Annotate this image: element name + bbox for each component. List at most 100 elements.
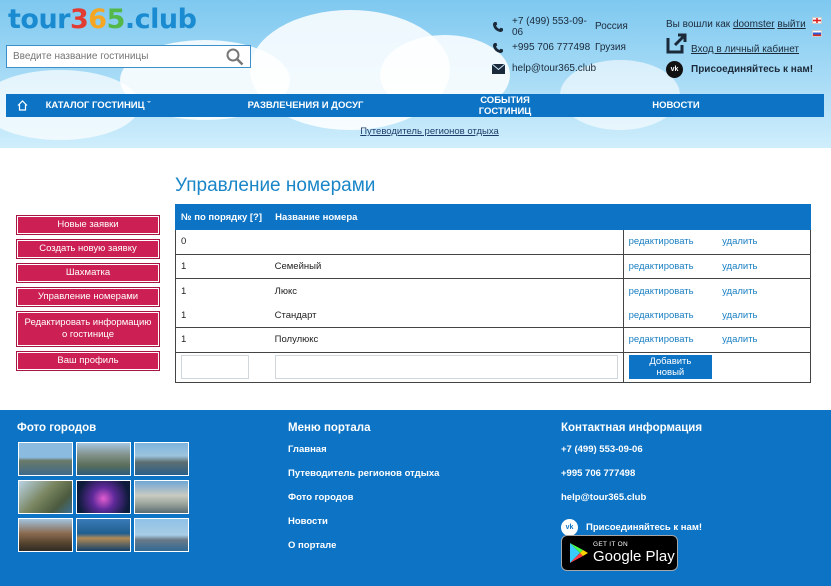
table-row: 1 Люкс редактировать удалить xyxy=(174,278,812,303)
city-photo[interactable] xyxy=(134,442,189,476)
delete-link[interactable]: удалить xyxy=(722,334,757,345)
home-icon[interactable] xyxy=(6,100,38,111)
footer-email[interactable]: help@tour365.club xyxy=(561,492,702,516)
city-photo[interactable] xyxy=(76,442,131,476)
sidebar-menu: Новые заявки Создать новую заявку Шахмат… xyxy=(16,215,160,375)
edit-link[interactable]: редактировать xyxy=(629,261,694,272)
page-title: Управление номерами xyxy=(175,175,376,196)
cabinet-link[interactable]: Вход в личный кабинет xyxy=(691,44,799,55)
column-header-delete xyxy=(716,204,812,230)
google-play-badge[interactable]: GET IT ON Google Play xyxy=(561,535,678,571)
site-logo[interactable]: tour365.club xyxy=(8,4,197,35)
vk-icon[interactable]: vk xyxy=(666,61,683,78)
sidebar-item-profile[interactable]: Ваш профиль xyxy=(16,351,160,371)
table-row: 0 редактировать удалить xyxy=(174,229,812,255)
phone-icon xyxy=(490,21,506,33)
column-header-edit xyxy=(622,204,718,230)
nav-hotel-events[interactable]: СОБЫТИЯ ГОСТИНИЦ xyxy=(453,95,557,117)
contact-title: Контактная информация xyxy=(561,422,703,434)
column-header-order[interactable]: № по порядку [?] xyxy=(174,204,271,230)
table-row: 1 Семейный редактировать удалить xyxy=(174,254,812,279)
google-play-icon xyxy=(569,542,589,564)
sidebar-item-chessboard[interactable]: Шахматка xyxy=(16,263,160,283)
logout-link[interactable]: выйти xyxy=(777,19,805,30)
country-label: Грузия xyxy=(595,42,626,53)
row-order: 1 xyxy=(174,254,270,279)
hotel-search xyxy=(6,45,251,68)
footer-phone-georgia[interactable]: +995 706 777498 xyxy=(561,468,702,492)
edit-link[interactable]: редактировать xyxy=(629,334,694,345)
delete-link[interactable]: удалить xyxy=(722,261,757,272)
row-order: 1 xyxy=(174,303,270,328)
table-row: 1 Стандарт редактировать удалить xyxy=(174,303,812,328)
region-guide-link[interactable]: Путеводитель регионов отдыха xyxy=(360,126,499,137)
nav-hotel-catalog[interactable]: КАТАЛОГ ГОСТИНИЦ ˇ xyxy=(38,100,158,111)
row-name xyxy=(269,229,624,255)
city-photo[interactable] xyxy=(134,518,189,552)
menu-title: Меню портала xyxy=(288,422,371,434)
column-header-name: Название номера xyxy=(269,204,624,230)
footer-contacts: +7 (499) 553-09-06 +995 706 777498 help@… xyxy=(561,444,702,538)
mail-icon xyxy=(490,63,506,74)
footer-menu: Главная Путеводитель регионов отдыха Фот… xyxy=(288,444,439,564)
footer-vk-join[interactable]: Присоединяйтесь к нам! xyxy=(586,522,702,533)
vk-join-link[interactable]: Присоединяйтесь к нам! xyxy=(691,64,813,75)
delete-link[interactable]: удалить xyxy=(722,310,757,321)
sidebar-item-edit-hotel-info[interactable]: Редактировать информацию о гостинице xyxy=(16,311,160,347)
username-link[interactable]: doomster xyxy=(733,19,775,30)
google-play-big-text: Google Play xyxy=(593,548,675,565)
rooms-table: № по порядку [?] Название номера 0 редак… xyxy=(174,204,812,383)
external-link-icon xyxy=(666,33,687,57)
guide-link-row: Путеводитель регионов отдыха xyxy=(0,126,831,137)
footer-link-home[interactable]: Главная xyxy=(288,444,439,468)
new-order-input[interactable] xyxy=(181,355,249,379)
language-flags xyxy=(812,17,822,43)
sidebar-item-new-requests[interactable]: Новые заявки xyxy=(16,215,160,235)
edit-link[interactable]: редактировать xyxy=(629,286,694,297)
flag-icon-english[interactable] xyxy=(812,17,822,24)
photos-title: Фото городов xyxy=(17,422,97,434)
vk-icon[interactable]: vk xyxy=(561,518,578,536)
row-name: Люкс xyxy=(269,278,624,303)
edit-link[interactable]: редактировать xyxy=(629,310,694,321)
nav-entertainment[interactable]: РАЗВЛЕЧЕНИЯ И ДОСУГ xyxy=(158,100,453,111)
footer-link-news[interactable]: Новости xyxy=(288,516,439,540)
city-photo[interactable] xyxy=(134,480,189,514)
site-header: tour365.club +7 (499) 553-09-06 Россия +… xyxy=(0,0,831,148)
search-icon[interactable] xyxy=(226,48,244,66)
city-photo[interactable] xyxy=(18,480,73,514)
new-room-name-input[interactable] xyxy=(274,355,618,379)
city-photo[interactable] xyxy=(18,442,73,476)
logged-in-label: Вы вошли как xyxy=(666,19,731,30)
city-photo[interactable] xyxy=(76,518,131,552)
main-nav: КАТАЛОГ ГОСТИНИЦ ˇ РАЗВЛЕЧЕНИЯ И ДОСУГ С… xyxy=(6,94,824,117)
row-name: Полулюкс xyxy=(269,327,624,353)
footer-link-guide[interactable]: Путеводитель регионов отдыха xyxy=(288,468,439,492)
city-photo[interactable] xyxy=(18,518,73,552)
add-room-row: Добавить новый xyxy=(174,352,812,383)
footer-link-photos[interactable]: Фото городов xyxy=(288,492,439,516)
footer-link-about[interactable]: О портале xyxy=(288,540,439,564)
edit-link[interactable]: редактировать xyxy=(629,236,694,247)
sidebar-item-create-request[interactable]: Создать новую заявку xyxy=(16,239,160,259)
phone-georgia[interactable]: +995 706 777498 xyxy=(512,42,595,53)
row-order: 1 xyxy=(174,327,270,353)
footer-phone-russia[interactable]: +7 (499) 553-09-06 xyxy=(561,444,702,468)
nav-news[interactable]: НОВОСТИ xyxy=(557,100,795,111)
sidebar-item-room-management[interactable]: Управление номерами xyxy=(16,287,160,307)
email-link[interactable]: help@tour365.club xyxy=(512,63,596,74)
row-name: Стандарт xyxy=(269,303,624,328)
delete-link[interactable]: удалить xyxy=(722,236,757,247)
flag-icon-russian[interactable] xyxy=(812,30,822,37)
delete-link[interactable]: удалить xyxy=(722,286,757,297)
phone-russia[interactable]: +7 (499) 553-09-06 xyxy=(512,16,595,38)
row-order: 1 xyxy=(174,278,270,303)
phone-icon xyxy=(490,42,506,54)
city-photo[interactable] xyxy=(76,480,131,514)
account-block: Вы вошли как doomster выйти Вход в личны… xyxy=(666,19,813,78)
search-input[interactable] xyxy=(7,46,217,67)
add-new-button[interactable]: Добавить новый xyxy=(628,355,713,379)
row-name: Семейный xyxy=(269,254,624,279)
table-row: 1 Полулюкс редактировать удалить xyxy=(174,327,812,353)
google-play-small-text: GET IT ON xyxy=(593,541,628,548)
